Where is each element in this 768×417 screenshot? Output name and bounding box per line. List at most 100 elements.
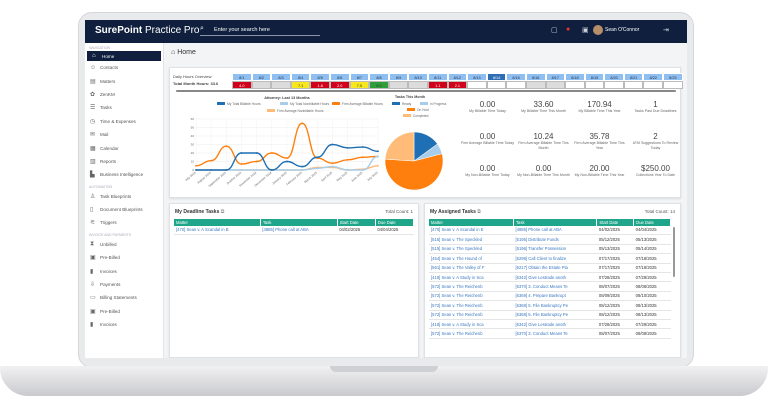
task-link[interactable]: [6369] 4. Prepare Bankrupt xyxy=(513,291,597,302)
table-row[interactable]: [572] Sean v. The Reichenb [6368] 5. File… xyxy=(429,310,671,320)
calendar-day-header[interactable]: 8/14 xyxy=(486,73,507,81)
task-link[interactable]: [4885] Phone call at ABA xyxy=(513,225,597,236)
calendar-day-header[interactable]: 8/9 xyxy=(388,73,409,81)
task-link[interactable]: [6370] 3. Conduct Means Te xyxy=(513,328,597,339)
task-link[interactable]: [4885] Phone call at ABA xyxy=(260,225,338,236)
task-link[interactable]: [6342] Give Lestrade anoth xyxy=(513,319,597,330)
calendar-day-hours[interactable] xyxy=(251,81,272,89)
calendar-day-header[interactable]: 8/4 xyxy=(290,73,311,81)
calendar-day-hours[interactable]: 7.1 xyxy=(290,81,311,89)
table-row[interactable]: [515] Sean v. The Speckled [5195] Distrib… xyxy=(429,234,671,245)
table-row[interactable]: [418] Sean v. A Study in Sca [6342] Give … xyxy=(429,319,671,330)
calendar-day-8-12[interactable]: 8/12 2.1 xyxy=(447,73,468,89)
calendar-day-hours[interactable]: 4.0 xyxy=(232,81,252,89)
task-link[interactable]: [5196] Transfer Possession xyxy=(513,244,597,255)
task-link[interactable]: [6217] Obtain the Estate Pla xyxy=(513,263,597,273)
sidebar-item-zenkm[interactable]: ✿ ZenKM xyxy=(85,88,163,101)
calendar-day-8-15[interactable]: 8/15 xyxy=(506,73,526,89)
calendar-day-8-10[interactable]: 8/10 xyxy=(408,73,428,89)
table-row[interactable]: [572] Sean v. The Reichenb [6370] 3. Cond… xyxy=(429,281,671,292)
avatar[interactable] xyxy=(593,25,603,35)
sidebar-item-matters[interactable]: ▤ Matters xyxy=(85,74,163,87)
sidebar-item-invoices[interactable]: ▮ Invoices xyxy=(85,318,163,331)
calendar-day-hours[interactable]: 8.0 xyxy=(369,81,389,89)
calendar-day-8-16[interactable]: 8/16 xyxy=(525,73,546,89)
notification-bell-icon[interactable]: ● xyxy=(566,26,570,33)
app-logo[interactable]: SurePoint Practice Pro xyxy=(95,25,199,36)
table-row[interactable]: [515] Sean v. The Speckled [5196] Transfe… xyxy=(429,244,671,255)
calendar-day-8-7[interactable]: 8/7 7.5 xyxy=(349,73,370,89)
sidebar-item-triggers[interactable]: ⚟ Triggers xyxy=(85,216,163,229)
sidebar-item-home[interactable]: ⌂ Home xyxy=(87,51,161,61)
calendar-day-header[interactable]: 8/7 xyxy=(349,73,370,81)
chat-icon[interactable]: ▢ xyxy=(551,26,558,34)
calendar-day-8-9[interactable]: 8/9 xyxy=(388,73,409,89)
calendar-day-8-8[interactable]: 8/8 8.0 xyxy=(369,73,389,89)
sidebar-item-billing-statements[interactable]: ▭ Billing Statements xyxy=(85,291,163,304)
logout-icon[interactable]: ⇥ xyxy=(663,26,669,34)
user-menu[interactable]: Sean O'Connor xyxy=(605,27,639,33)
calendar-day-8-18[interactable]: 8/18 xyxy=(565,73,585,89)
table-row[interactable]: [572] Sean v. The Reichenb [6370] 3. Cond… xyxy=(429,328,671,339)
sidebar-item-payments[interactable]: ⇩ Payments xyxy=(85,278,163,291)
calendar-day-header[interactable]: 8/15 xyxy=(506,73,526,81)
calendar-day-8-11[interactable]: 8/11 1.1 xyxy=(427,73,448,89)
task-link[interactable]: [470] Sean v. A Scandal in B xyxy=(174,225,261,236)
sidebar-item-task-blueprints[interactable]: ♙ Task Blueprints xyxy=(85,190,163,203)
calendar-day-hours[interactable] xyxy=(525,81,546,89)
calendar-day-header[interactable]: 8/22 xyxy=(643,73,664,81)
calendar-day-header[interactable]: 8/13 xyxy=(467,73,487,81)
task-link[interactable]: [572] Sean v. The Reichenb xyxy=(429,310,514,320)
task-link[interactable]: [6368] 5. File Bankruptcy Pe xyxy=(513,300,597,311)
calendar-scrollbar[interactable] xyxy=(176,90,676,92)
external-link-icon[interactable]: ⧉ xyxy=(221,209,225,215)
sidebar-item-time-expenses[interactable]: ◷ Time & Expenses xyxy=(85,115,163,128)
calendar-day-hours[interactable] xyxy=(623,81,644,89)
task-link[interactable]: [418] Sean v. A Study in Sca xyxy=(429,319,514,330)
calendar-day-hours[interactable]: 2.1 xyxy=(447,81,468,89)
task-link[interactable]: [572] Sean v. The Reichenb xyxy=(429,291,514,302)
calendar-day-hours[interactable] xyxy=(388,81,409,89)
calendar-day-8-3[interactable]: 8/3 xyxy=(271,73,291,89)
task-link[interactable]: [6370] 3. Conduct Means Te xyxy=(513,281,597,292)
calendar-day-header[interactable]: 8/21 xyxy=(623,73,644,81)
task-link[interactable]: [515] Sean v. The Speckled xyxy=(429,244,514,255)
task-link[interactable]: [470] Sean v. A Scandal in E xyxy=(429,225,514,236)
calendar-day-hours[interactable]: 2.0 xyxy=(329,81,350,89)
calendar-day-8-19[interactable]: 8/19 xyxy=(584,73,605,89)
calendar-icon[interactable]: ▣ xyxy=(582,26,589,34)
calendar-day-header[interactable]: 8/6 xyxy=(329,73,350,81)
calendar-day-8-4[interactable]: 8/4 7.1 xyxy=(290,73,311,89)
calendar-day-header[interactable]: 8/17 xyxy=(545,73,566,81)
sidebar-item-unbilled[interactable]: ⧗ Unbilled xyxy=(85,238,163,251)
calendar-day-8-20[interactable]: 8/20 xyxy=(604,73,624,89)
calendar-day-hours[interactable] xyxy=(565,81,585,89)
task-link[interactable]: [5195] Distribute Funds xyxy=(513,234,597,245)
calendar-day-8-17[interactable]: 8/17 xyxy=(545,73,566,89)
calendar-day-8-2[interactable]: 8/2 xyxy=(251,73,272,89)
calendar-day-hours[interactable] xyxy=(467,81,487,89)
sidebar-item-pre-billed[interactable]: ▣ Pre-Billed xyxy=(85,251,163,264)
calendar-day-8-1[interactable]: 8/1 4.0 xyxy=(232,73,252,89)
sidebar-item-document-blueprints[interactable]: ▯ Document Blueprints xyxy=(85,203,163,216)
calendar-day-8-14[interactable]: 8/14 xyxy=(486,73,507,89)
calendar-day-header[interactable]: 8/2 xyxy=(251,73,272,81)
calendar-day-header[interactable]: 8/3 xyxy=(271,73,291,81)
table-row[interactable]: [454] Sean v. The Hound of [6298] Call Cl… xyxy=(429,253,671,264)
task-link[interactable]: [561] Sean v. The Valley of F xyxy=(429,263,514,273)
calendar-day-8-5[interactable]: 8/5 1.8 xyxy=(310,73,330,89)
calendar-day-header[interactable]: 8/12 xyxy=(447,73,468,81)
calendar-day-8-6[interactable]: 8/6 2.0 xyxy=(329,73,350,89)
calendar-day-8-13[interactable]: 8/13 xyxy=(467,73,487,89)
task-link[interactable]: [418] Sean v. A Study in Sca xyxy=(429,272,514,283)
calendar-day-hours[interactable] xyxy=(271,81,291,89)
task-link[interactable]: [6342] Give Lestrade anoth xyxy=(513,272,597,283)
table-row[interactable]: [418] Sean v. A Study in Sca [6342] Give … xyxy=(429,272,671,283)
task-link[interactable]: [6298] Call Client to finalize xyxy=(513,253,597,264)
search-input[interactable]: ⌕ Enter your search here xyxy=(200,25,320,36)
table-scrollbar[interactable] xyxy=(673,227,675,277)
calendar-day-header[interactable]: 8/10 xyxy=(408,73,428,81)
calendar-day-hours[interactable] xyxy=(604,81,624,89)
calendar-day-hours[interactable] xyxy=(408,81,428,89)
task-link[interactable]: [454] Sean v. The Hound of xyxy=(429,253,514,264)
